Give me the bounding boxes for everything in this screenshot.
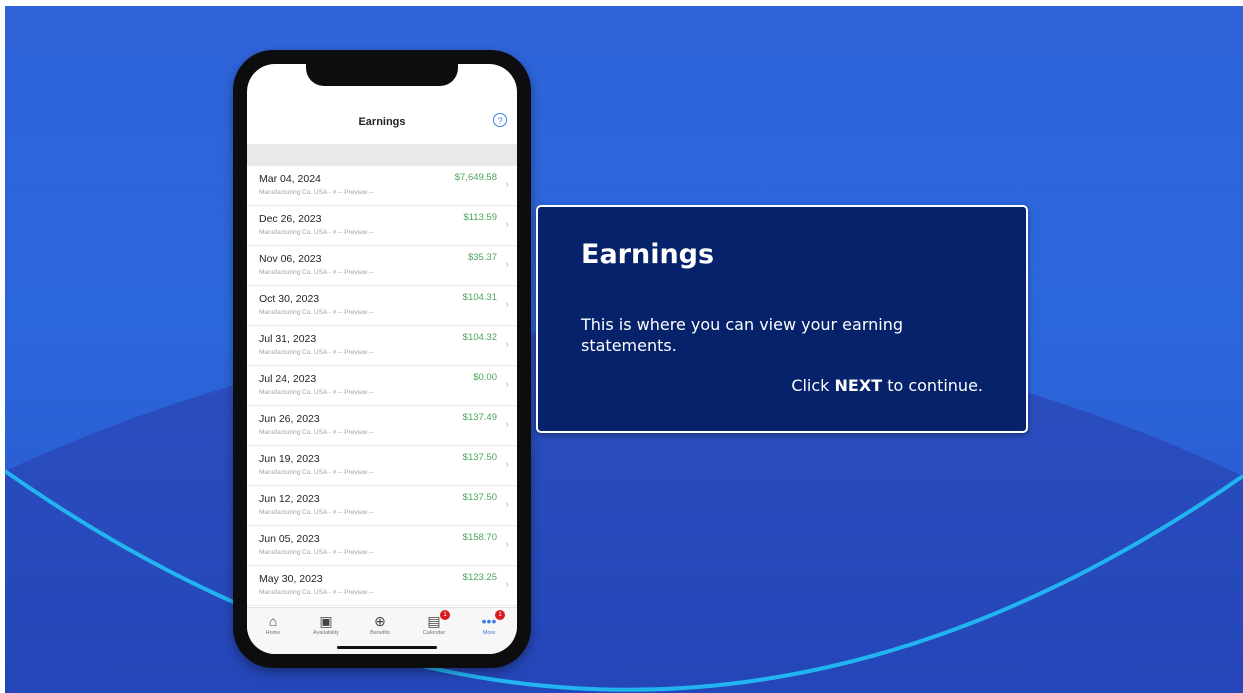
callout-body: This is where you can view your earning … [581,315,904,355]
row-amount: $104.32 [462,332,497,343]
tab-home[interactable]: ⌂ Home [251,612,295,636]
chevron-right-icon: › [505,299,509,311]
earnings-row[interactable]: Dec 26, 2023 Manufacturing Co. USA - # -… [247,206,517,246]
row-date: Nov 06, 2023 [259,253,322,265]
chevron-right-icon: › [505,379,509,391]
earnings-row[interactable]: Jun 05, 2023 Manufacturing Co. USA - # -… [247,526,517,566]
row-date: Jun 19, 2023 [259,453,320,465]
tab-label: Benefits [370,630,390,636]
row-employer: Manufacturing Co. USA - # -- Preview -- [259,589,374,596]
bottom-tab-bar: ⌂ Home ▣ Availability ⊕ Benefits ▤ Calen… [247,607,517,654]
chevron-right-icon: › [505,259,509,271]
earnings-row[interactable]: May 30, 2023 Manufacturing Co. USA - # -… [247,566,517,606]
row-amount: $35.37 [467,252,497,263]
row-employer: Manufacturing Co. USA - # -- Preview -- [259,469,374,476]
row-date: Jun 26, 2023 [259,413,320,425]
phone-notch [306,64,458,86]
row-amount: $137.50 [462,492,497,503]
row-employer: Manufacturing Co. USA - # -- Preview -- [259,189,374,196]
row-employer: Manufacturing Co. USA - # -- Preview -- [259,429,374,436]
row-employer: Manufacturing Co. USA - # -- Preview -- [259,269,374,276]
plus-circle-icon: ⊕ [374,613,386,629]
phone-screen: Earnings ? Mar 04, 2024 Manufacturing Co… [247,64,517,654]
chevron-right-icon: › [505,419,509,431]
chevron-right-icon: › [505,499,509,511]
earnings-row[interactable]: Jul 31, 2023 Manufacturing Co. USA - # -… [247,326,517,366]
earnings-row[interactable]: Jun 19, 2023 Manufacturing Co. USA - # -… [247,446,517,486]
earnings-row[interactable]: Oct 30, 2023 Manufacturing Co. USA - # -… [247,286,517,326]
row-date: Oct 30, 2023 [259,293,320,305]
tab-availability[interactable]: ▣ Availability [304,612,348,636]
row-amount: $113.59 [463,212,497,223]
row-date: May 30, 2023 [259,573,323,585]
notification-badge: 1 [495,610,505,620]
row-date: Jun 05, 2023 [259,533,320,545]
row-date: Jun 12, 2023 [259,493,320,505]
next-prefix: Click [791,376,835,395]
row-employer: Manufacturing Co. USA - # -- Preview -- [259,389,374,396]
tab-label: Availability [313,630,339,636]
tab-calendar[interactable]: ▤ Calendar 1 [412,610,456,636]
tutorial-callout: Earnings This is where you can view your… [536,205,1028,433]
row-amount: $0.00 [473,372,497,383]
callout-next-instruction: Click NEXT to continue. [791,376,983,395]
chevron-right-icon: › [505,539,509,551]
row-amount: $137.50 [462,452,497,463]
availability-icon: ▣ [319,613,333,629]
tutorial-stage: Earnings ? Mar 04, 2024 Manufacturing Co… [5,6,1243,693]
row-employer: Manufacturing Co. USA - # -- Preview -- [259,549,374,556]
earnings-list: Mar 04, 2024 Manufacturing Co. USA - # -… [247,166,517,606]
row-employer: Manufacturing Co. USA - # -- Preview -- [259,509,374,516]
earnings-header-title: Earnings [358,116,406,128]
row-employer: Manufacturing Co. USA - # -- Preview -- [259,309,374,316]
row-date: Jul 24, 2023 [259,373,317,385]
tab-more[interactable]: ••• More 1 [467,610,511,636]
chevron-right-icon: › [505,459,509,471]
row-amount: $123.25 [462,572,497,583]
chevron-right-icon: › [505,579,509,591]
notification-badge: 1 [440,610,450,620]
earnings-row[interactable]: Jun 12, 2023 Manufacturing Co. USA - # -… [247,486,517,526]
home-icon: ⌂ [268,613,278,629]
row-date: Mar 04, 2024 [259,173,321,185]
home-indicator [337,646,437,649]
tab-label: Calendar [422,630,446,636]
header-divider-band [247,144,517,166]
row-employer: Manufacturing Co. USA - # -- Preview -- [259,229,374,236]
chevron-right-icon: › [505,339,509,351]
row-amount: $7,649.58 [454,172,497,183]
row-amount: $104.31 [462,292,497,303]
next-suffix: to continue. [882,376,983,395]
row-date: Dec 26, 2023 [259,213,322,225]
earnings-row[interactable]: Jun 26, 2023 Manufacturing Co. USA - # -… [247,406,517,446]
tab-label: Home [265,630,281,636]
phone-mockup: Earnings ? Mar 04, 2024 Manufacturing Co… [233,50,531,668]
tab-benefits[interactable]: ⊕ Benefits [358,612,402,636]
row-date: Jul 31, 2023 [259,333,317,345]
help-icon[interactable]: ? [493,113,507,127]
earnings-row[interactable]: Nov 06, 2023 Manufacturing Co. USA - # -… [247,246,517,286]
earnings-row[interactable]: Jul 24, 2023 Manufacturing Co. USA - # -… [247,366,517,406]
row-amount: $137.49 [462,412,497,423]
tab-label: More [482,630,496,636]
next-keyword: NEXT [834,376,883,395]
callout-title: Earnings [581,239,715,270]
row-amount: $158.70 [462,532,497,543]
row-employer: Manufacturing Co. USA - # -- Preview -- [259,349,374,356]
earnings-row[interactable]: Mar 04, 2024 Manufacturing Co. USA - # -… [247,166,517,206]
chevron-right-icon: › [505,179,509,191]
chevron-right-icon: › [505,219,509,231]
